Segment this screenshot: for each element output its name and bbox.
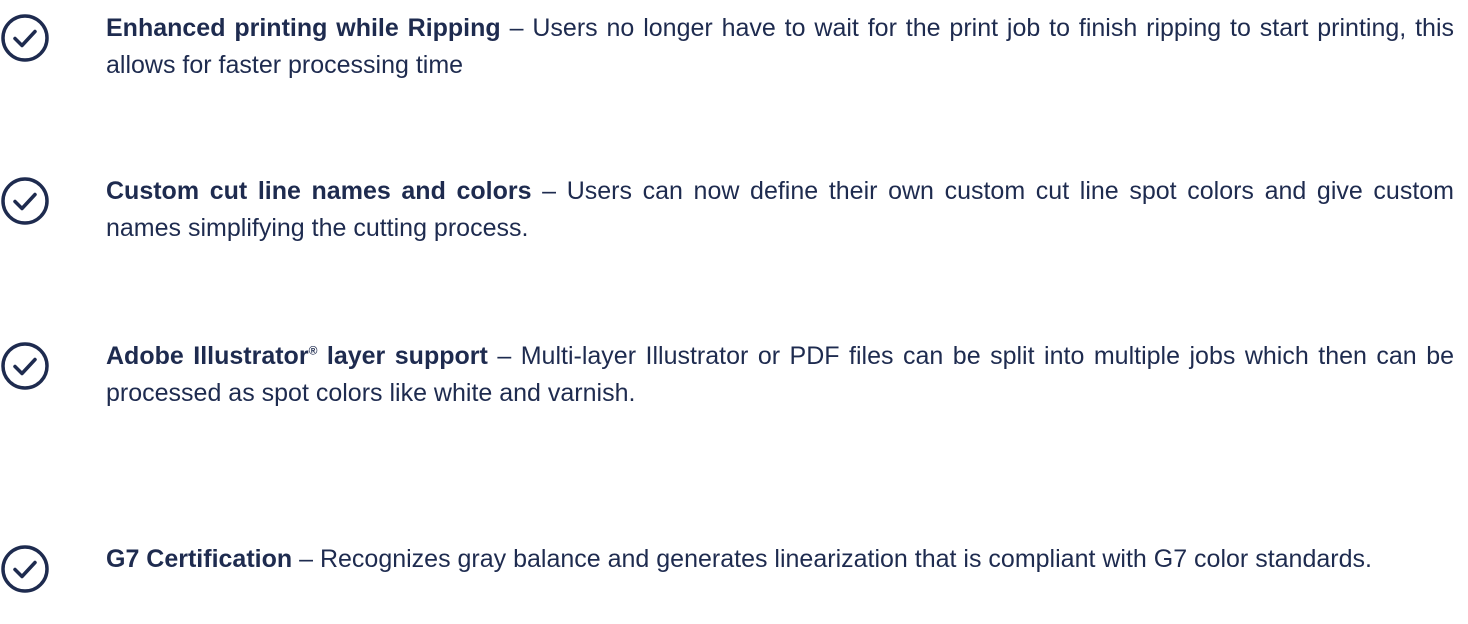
feature-title: G7 Certification: [106, 545, 293, 573]
feature-description: Recognizes gray balance and generates li…: [319, 545, 1372, 573]
feature-text: G7 Certification – Recognizes gray balan…: [106, 541, 1454, 578]
check-circle-icon: [0, 13, 50, 63]
feature-separator: –: [531, 177, 567, 205]
check-circle-icon: [0, 341, 50, 391]
feature-separator: –: [500, 14, 533, 42]
feature-text: Adobe Illustrator® layer support – Multi…: [106, 338, 1454, 412]
feature-text: Enhanced printing while Ripping – Users …: [106, 10, 1454, 84]
check-circle-icon: [0, 544, 50, 594]
feature-separator: –: [292, 545, 320, 573]
feature-separator: –: [487, 342, 521, 370]
feature-title: Adobe Illustrator: [106, 342, 309, 370]
feature-title-suffix: layer support: [317, 342, 488, 370]
check-circle-icon: [0, 176, 50, 226]
feature-text: Custom cut line names and colors – Users…: [106, 173, 1454, 247]
feature-title: Custom cut line names and colors: [106, 177, 532, 205]
feature-title: Enhanced printing while Ripping: [106, 14, 501, 42]
